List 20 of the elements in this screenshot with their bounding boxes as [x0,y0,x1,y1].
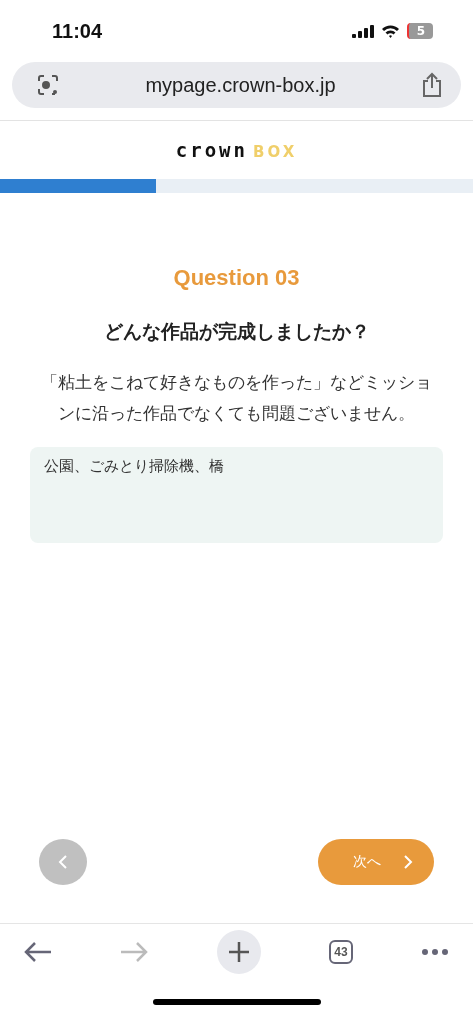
logo-word: crown [175,139,248,161]
more-icon[interactable] [421,948,449,956]
battery-indicator: 5 [406,23,433,39]
chevron-left-icon [58,854,68,870]
answer-field[interactable]: 公園、ごみとり掃除機、橋 [30,447,443,543]
wifi-icon [380,24,400,38]
question-number: Question 03 [173,265,300,291]
signal-icon [351,24,374,38]
url-text: mypage.crown-box.jp [145,73,336,97]
status-time: 11:04 [52,19,103,43]
tab-count-button[interactable]: 43 [329,940,353,964]
question-title: どんな作品が完成しましたか？ [103,319,370,344]
logo-accent: BOX [253,143,298,161]
camera-lens-icon[interactable] [36,73,60,97]
back-arrow-icon[interactable] [24,941,52,963]
share-icon[interactable] [421,72,443,98]
question-description: 「粘土をこねて好きなものを作った」などミッションに沿った作品でなくても問題ございません。 [40,372,433,425]
chevron-right-icon [403,854,413,870]
new-tab-button[interactable] [216,930,261,974]
address-bar[interactable]: mypage.crown-box.jp [12,62,461,108]
